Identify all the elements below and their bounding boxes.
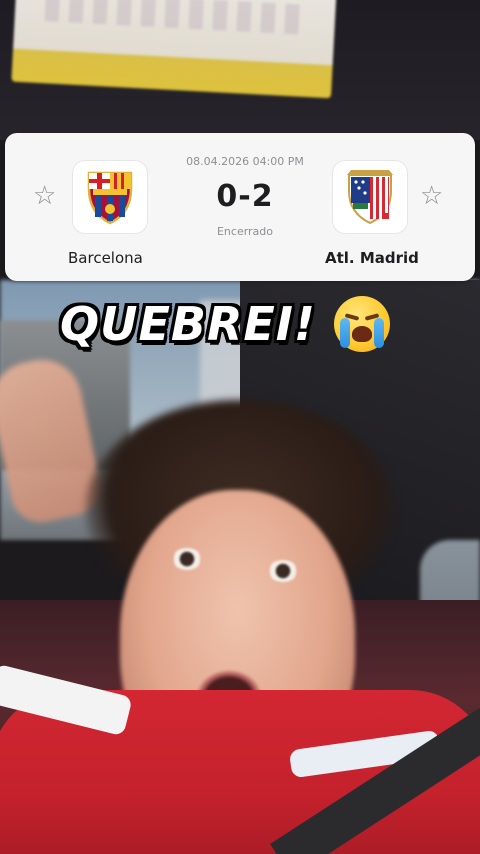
- away-team-name: Atl. Madrid: [325, 249, 419, 267]
- emoji-mouth: [351, 326, 372, 342]
- match-status: Encerrado: [216, 225, 274, 238]
- match-score: 0-2: [216, 179, 274, 214]
- video-frame-background: [0, 0, 480, 854]
- emoji-tear: [373, 318, 384, 348]
- favorite-away-star-icon[interactable]: ☆: [420, 183, 443, 209]
- person-right-eye: [268, 560, 298, 582]
- person-left-eye: [172, 548, 202, 570]
- emoji-tear: [339, 318, 350, 348]
- away-team-logo: [333, 161, 407, 233]
- match-score-card[interactable]: ☆ Barcelona 08.04.2026 04:00 PM 0-2 Ence…: [5, 133, 475, 281]
- home-team-logo: [73, 161, 147, 233]
- home-team-name: Barcelona: [68, 249, 143, 267]
- atletico-madrid-crest-icon: [347, 170, 393, 225]
- match-datetime: 08.04.2026 04:00 PM: [186, 155, 304, 168]
- fc-barcelona-crest-icon: [87, 171, 133, 225]
- caption-text: QUEBREI!: [60, 297, 316, 351]
- video-caption: QUEBREI!: [60, 292, 390, 356]
- favorite-home-star-icon[interactable]: ☆: [33, 183, 56, 209]
- blurred-paper: [11, 0, 337, 99]
- loudly-crying-face-icon: [333, 296, 390, 352]
